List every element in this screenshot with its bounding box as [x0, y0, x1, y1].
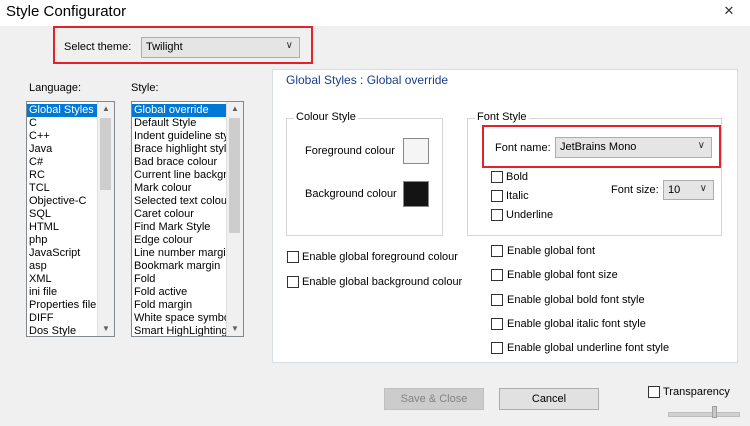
font-name-select[interactable]: JetBrains Mono ∨ — [555, 137, 712, 158]
enable-font-label: Enable global font — [507, 245, 596, 257]
style-list[interactable]: Global override Default Style Indent guide… — [131, 101, 244, 337]
transparency-slider-track[interactable] — [668, 412, 740, 417]
theme-select[interactable]: Twilight ∨ — [141, 37, 300, 58]
window-title: Style Configurator — [6, 3, 127, 20]
colour-style-group — [286, 118, 443, 236]
enable-underline-label: Enable global underline font style — [507, 342, 670, 354]
cancel-button[interactable]: Cancel — [499, 388, 599, 410]
font-name-label: Font name: — [495, 142, 551, 154]
enable-font-checkbox[interactable] — [491, 245, 503, 257]
transparency-checkbox[interactable] — [648, 386, 660, 398]
font-size-value: 10 — [668, 184, 681, 196]
chevron-down-icon: ∨ — [697, 140, 705, 151]
font-size-select[interactable]: 10 ∨ — [663, 180, 714, 200]
enable-font-size-checkbox[interactable] — [491, 269, 503, 281]
chevron-down-icon: ∨ — [699, 183, 707, 194]
scroll-thumb[interactable] — [229, 118, 240, 233]
colour-style-legend: Colour Style — [294, 111, 358, 123]
language-list[interactable]: Global Styles C C++ Java C# RC TCL Objective-C S… — [26, 101, 115, 337]
foreground-label: Foreground colour — [305, 145, 395, 157]
background-colour-swatch[interactable] — [403, 181, 429, 207]
transparency-slider-thumb[interactable] — [712, 406, 717, 418]
enable-bg-label: Enable global background colour — [302, 276, 463, 288]
enable-fg-checkbox[interactable] — [287, 251, 299, 263]
enable-italic-checkbox[interactable] — [491, 318, 503, 330]
italic-label: Italic — [506, 190, 529, 202]
enable-underline-checkbox[interactable] — [491, 342, 503, 354]
save-close-button[interactable]: Save & Close — [384, 388, 484, 410]
background-label: Background colour — [305, 188, 397, 200]
foreground-colour-swatch[interactable] — [403, 138, 429, 164]
italic-checkbox[interactable] — [491, 190, 503, 202]
scroll-down-icon[interactable]: ▼ — [98, 322, 114, 336]
panel-heading: Global Styles : Global override — [286, 73, 449, 87]
font-size-label: Font size: — [611, 184, 659, 196]
font-name-value: JetBrains Mono — [560, 141, 637, 153]
theme-value: Twilight — [146, 41, 183, 53]
font-style-legend: Font Style — [475, 111, 529, 123]
bold-checkbox[interactable] — [491, 171, 503, 183]
close-icon[interactable]: ✕ — [722, 4, 736, 18]
underline-label: Underline — [506, 209, 554, 221]
style-scrollbar[interactable]: ▲ ▼ — [226, 102, 243, 336]
scroll-down-icon[interactable]: ▼ — [227, 322, 243, 336]
enable-bold-checkbox[interactable] — [491, 294, 503, 306]
bold-label: Bold — [506, 171, 529, 183]
language-label: Language: — [29, 82, 81, 94]
theme-label: Select theme: — [64, 41, 132, 53]
language-scrollbar[interactable]: ▲ ▼ — [97, 102, 114, 336]
chevron-down-icon: ∨ — [285, 40, 293, 51]
style-label: Style: — [131, 82, 159, 94]
scroll-thumb[interactable] — [100, 118, 111, 190]
transparency-label: Transparency — [663, 386, 730, 398]
scroll-up-icon[interactable]: ▲ — [227, 102, 243, 116]
enable-fg-label: Enable global foreground colour — [302, 251, 458, 263]
enable-italic-label: Enable global italic font style — [507, 318, 646, 330]
underline-checkbox[interactable] — [491, 209, 503, 221]
scroll-up-icon[interactable]: ▲ — [98, 102, 114, 116]
enable-bg-checkbox[interactable] — [287, 276, 299, 288]
enable-bold-label: Enable global bold font style — [507, 294, 645, 306]
enable-font-size-label: Enable global font size — [507, 269, 618, 281]
